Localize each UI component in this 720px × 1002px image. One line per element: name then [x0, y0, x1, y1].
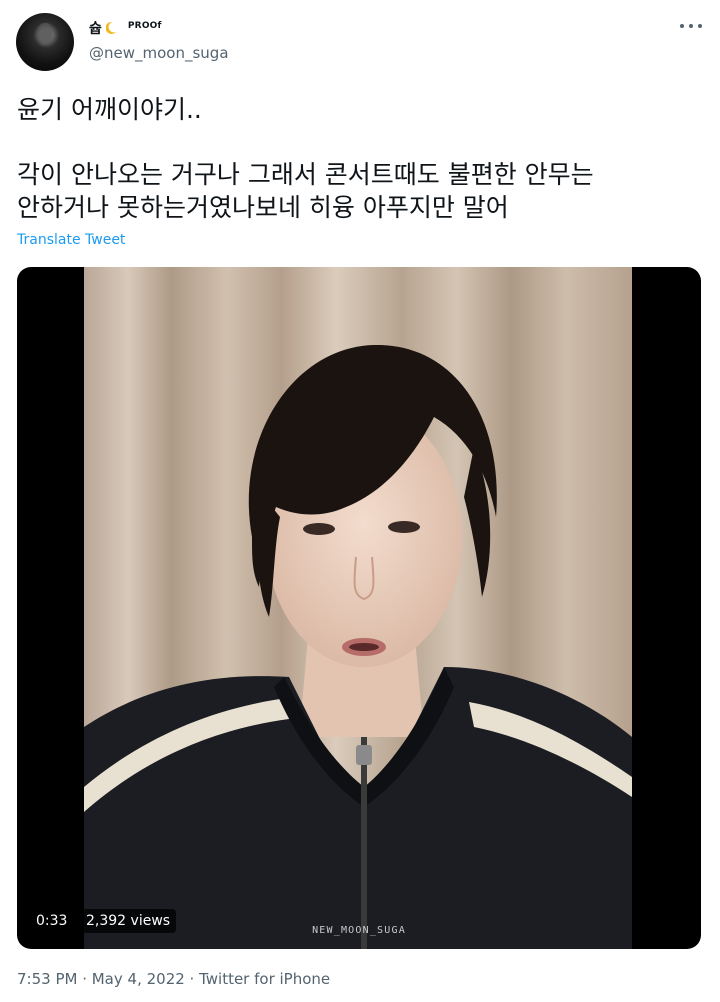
translate-tweet-link[interactable]: Translate Tweet: [17, 232, 125, 248]
tweet-text: 윤기 어깨이야기.. 각이 안나오는 거구나 그래서 콘서트때도 불편한 안무는…: [17, 93, 707, 224]
tweet-line-2: 각이 안나오는 거구나 그래서 콘서트때도 불편한 안무는: [17, 160, 594, 189]
crescent-moon-icon: [105, 22, 116, 34]
more-options-button[interactable]: [676, 16, 706, 36]
tweet-meta[interactable]: 7:53 PM · May 4, 2022 · Twitter for iPho…: [17, 970, 330, 988]
video-views: 2,392 views: [80, 909, 177, 933]
video-duration: 0:33: [30, 909, 74, 933]
video-still: [84, 267, 632, 949]
display-name[interactable]: 슙: [89, 18, 102, 38]
video-frame: [84, 267, 632, 949]
name-badge: PROOf: [127, 21, 162, 31]
more-horizontal-icon: [680, 24, 684, 28]
author-handle[interactable]: @new_moon_suga: [89, 44, 229, 62]
avatar[interactable]: [16, 13, 74, 71]
author-name-row: 슙 PROOf: [89, 18, 162, 38]
tweet-line-1: 윤기 어깨이야기..: [17, 95, 202, 124]
tweet-line-3: 안하거나 못하는거였나보네 히융 아푸지만 말어: [17, 193, 509, 222]
video-player[interactable]: NEW_MOON_SUGA: [17, 267, 701, 949]
